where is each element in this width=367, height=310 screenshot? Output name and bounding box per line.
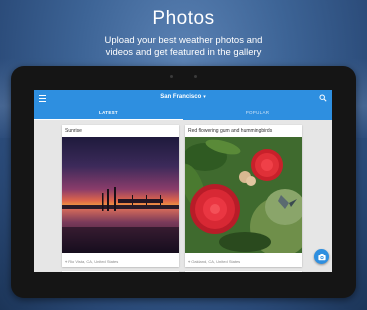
camera-icon — [317, 253, 326, 260]
location-pin-icon: ⌖ — [188, 259, 191, 264]
tab-bar: LATEST POPULAR — [34, 108, 332, 120]
caret-down-icon: ▾ — [203, 94, 206, 100]
photo-card-partial[interactable] — [62, 271, 179, 272]
photo-location-text: Rio Vista, CA, United States — [68, 259, 119, 264]
app-screen: San Francisco ▾ LATEST POPULAR Sunrise ⌖… — [34, 90, 332, 272]
location-selector[interactable]: San Francisco ▾ — [34, 94, 332, 100]
promo-subtitle-line-1: Upload your best weather photos and — [104, 35, 263, 46]
selected-tab-indicator — [34, 118, 183, 120]
photo-location-text: Oakland, CA, United States — [191, 259, 241, 264]
search-icon[interactable] — [319, 94, 327, 102]
tablet-camera-dot — [194, 75, 197, 78]
promo-subtitle: Upload your best weather photos and vide… — [0, 35, 367, 59]
photo-card[interactable]: Sunrise ⌖Rio Vista, CA, United States — [62, 125, 179, 267]
location-pin-icon: ⌖ — [65, 259, 68, 264]
tab-popular[interactable]: POPULAR — [183, 110, 332, 115]
app-bar: San Francisco ▾ — [34, 90, 332, 108]
tablet-sensor-dot — [170, 75, 173, 78]
photo-location: ⌖Oakland, CA, United States — [188, 259, 240, 264]
add-photo-button[interactable] — [314, 249, 329, 264]
location-name: San Francisco — [160, 94, 202, 100]
sunset-photo[interactable] — [62, 137, 179, 253]
flowers-photo[interactable] — [185, 137, 302, 253]
promo-title: Photos — [152, 8, 215, 29]
photo-title: Red flowering gum and hummingbirds — [188, 128, 273, 134]
photo-card-partial[interactable] — [185, 271, 302, 272]
photo-title: Sunrise — [65, 128, 82, 134]
photo-location: ⌖Rio Vista, CA, United States — [65, 259, 118, 264]
promo-subtitle-line-2: videos and get featured in the gallery — [105, 47, 262, 58]
tab-latest[interactable]: LATEST — [34, 110, 183, 115]
tablet-device-frame: San Francisco ▾ LATEST POPULAR Sunrise ⌖… — [11, 66, 356, 298]
photo-card[interactable]: Red flowering gum and hummingbirds ⌖Oakl… — [185, 125, 302, 267]
